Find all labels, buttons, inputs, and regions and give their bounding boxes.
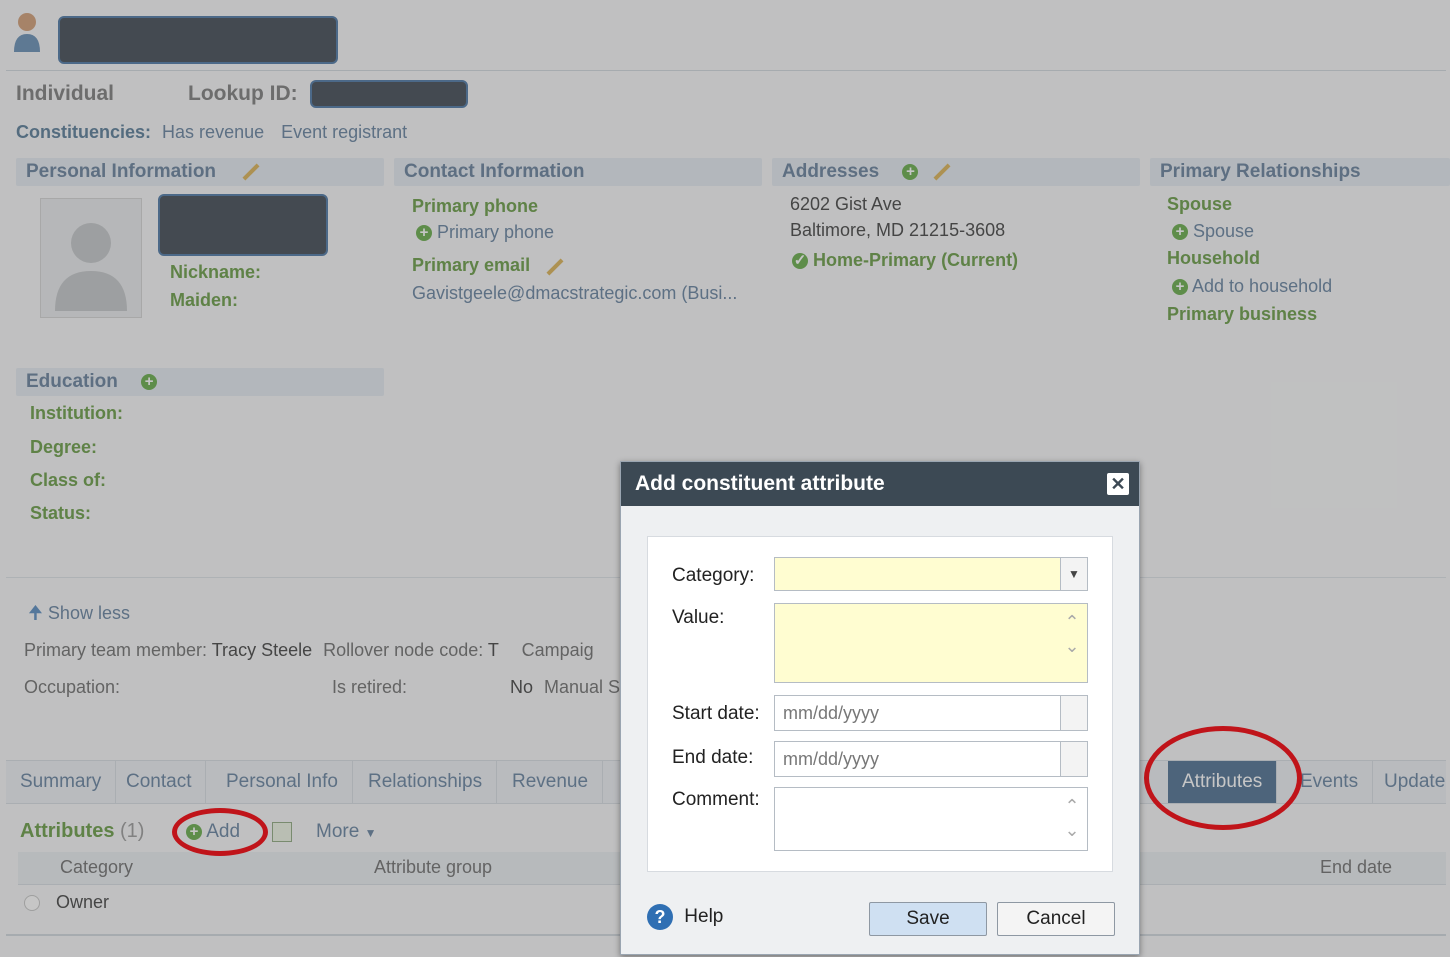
chevron-down-icon[interactable]: ▼: [1060, 558, 1087, 590]
category-select[interactable]: ▼: [774, 557, 1088, 591]
comment-textarea[interactable]: ⌃ ⌄: [774, 787, 1088, 851]
help-link[interactable]: ? Help: [647, 904, 723, 930]
end-date-placeholder: mm/dd/yyyy: [783, 749, 880, 769]
scroll-arrows-icon[interactable]: ⌃ ⌄: [1061, 794, 1083, 842]
scroll-arrows-icon[interactable]: ⌃ ⌄: [1061, 610, 1083, 658]
calendar-icon[interactable]: [1060, 742, 1087, 776]
category-label: Category:: [672, 565, 755, 586]
start-date-label: Start date:: [672, 703, 760, 724]
help-icon: ?: [647, 904, 673, 930]
end-date-label: End date:: [672, 747, 754, 768]
add-attribute-dialog: Add constituent attribute ✕ Category: ▼ …: [620, 461, 1140, 955]
help-label: Help: [684, 906, 724, 927]
start-date-input[interactable]: mm/dd/yyyy: [774, 695, 1088, 731]
annotation-circle: [1144, 726, 1302, 830]
end-date-input[interactable]: mm/dd/yyyy: [774, 741, 1088, 777]
save-button[interactable]: Save: [869, 902, 987, 936]
annotation-circle: [172, 808, 268, 856]
value-textarea[interactable]: ⌃ ⌄: [774, 603, 1088, 683]
cancel-button[interactable]: Cancel: [997, 902, 1115, 936]
start-date-placeholder: mm/dd/yyyy: [783, 703, 880, 723]
close-icon[interactable]: ✕: [1107, 473, 1129, 495]
calendar-icon[interactable]: [1060, 696, 1087, 730]
value-label: Value:: [672, 607, 725, 628]
comment-label: Comment:: [672, 789, 760, 810]
dialog-title: Add constituent attribute: [621, 462, 1139, 506]
dialog-form: Category: ▼ Value: ⌃ ⌄ Start date: mm/dd/…: [647, 536, 1113, 872]
